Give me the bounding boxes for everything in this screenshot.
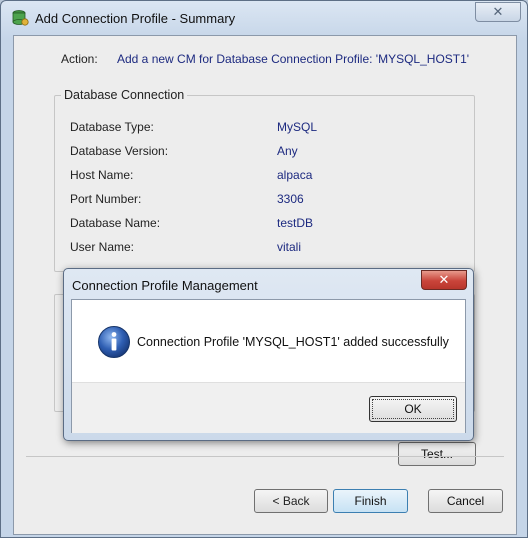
- group-legend: Database Connection: [64, 88, 185, 102]
- message-dialog: Connection Profile Management ✕ Connecti…: [63, 268, 474, 441]
- row-value: MySQL: [277, 120, 318, 134]
- dialog-title[interactable]: Connection Profile Management: [72, 278, 258, 293]
- window-close-button[interactable]: ✕: [475, 2, 521, 22]
- row-label: User Name:: [70, 240, 135, 254]
- dialog-message-area: Connection Profile 'MYSQL_HOST1' added s…: [72, 300, 465, 382]
- row-label: Host Name:: [70, 168, 134, 182]
- action-value: Add a new CM for Database Connection Pro…: [117, 52, 470, 66]
- window-title: Add Connection Profile - Summary: [35, 11, 236, 26]
- test-button[interactable]: Test...: [398, 442, 476, 466]
- row-label: Port Number:: [70, 192, 142, 206]
- dialog-button-area: OK: [72, 382, 465, 433]
- row-value: vitali: [277, 240, 302, 254]
- row-value: alpaca: [277, 168, 313, 182]
- footer-divider: [26, 456, 504, 457]
- row-value: Any: [277, 144, 298, 158]
- dialog-body: Connection Profile 'MYSQL_HOST1' added s…: [71, 299, 466, 433]
- row-label: Database Name:: [70, 216, 161, 230]
- wizard-titlebar[interactable]: Add Connection Profile - Summary ✕: [1, 1, 527, 35]
- cancel-button[interactable]: Cancel: [428, 489, 503, 513]
- finish-button[interactable]: Finish: [333, 489, 408, 513]
- row-label: Database Version:: [70, 144, 169, 158]
- database-app-icon: [12, 10, 29, 26]
- dialog-close-button[interactable]: ✕: [421, 270, 467, 290]
- ok-button[interactable]: OK: [369, 396, 457, 422]
- action-label: Action:: [61, 52, 98, 66]
- back-button[interactable]: < Back: [254, 489, 328, 513]
- row-label: Database Type:: [70, 120, 154, 134]
- info-icon: [98, 326, 130, 358]
- row-value: 3306: [277, 192, 304, 206]
- row-value: testDB: [277, 216, 314, 230]
- database-connection-group: Database Connection Database Type: MySQL…: [54, 88, 475, 272]
- dialog-message: Connection Profile 'MYSQL_HOST1' added s…: [137, 335, 449, 349]
